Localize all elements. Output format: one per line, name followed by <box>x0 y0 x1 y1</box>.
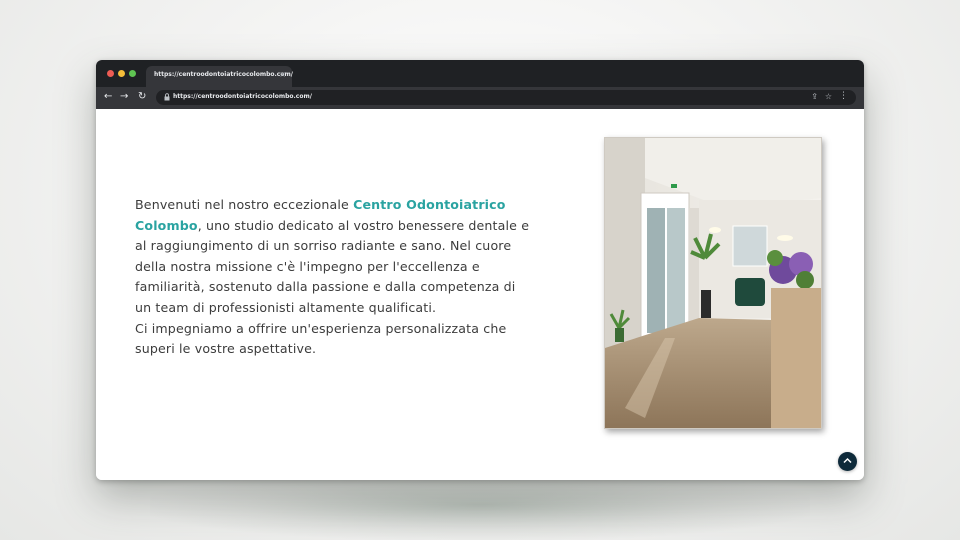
chevron-up-icon <box>843 456 852 466</box>
browser-tab[interactable]: https://centroodontoiatricocolombo.com/ … <box>146 66 293 87</box>
address-bar[interactable]: https://centroodontoiatricocolombo.com/ … <box>156 90 856 105</box>
intro-text-second: Ci impegniamo a offrire un'esperienza pe… <box>135 320 507 357</box>
lock-icon <box>164 93 170 103</box>
maximize-window-dot[interactable] <box>129 70 136 77</box>
kebab-menu-icon[interactable]: ⋮ <box>839 91 848 101</box>
tab-title: https://centroodontoiatricocolombo.com/ <box>154 71 293 78</box>
arrow-left-icon[interactable]: ← <box>104 91 112 103</box>
page-viewport: Benvenuti nel nostro eccezionale Centro … <box>96 109 864 480</box>
title-bar: https://centroodontoiatricocolombo.com/ … <box>96 60 864 87</box>
browser-toolbar: ← → ↻ https://centroodontoiatricocolombo… <box>96 87 864 109</box>
minimize-window-dot[interactable] <box>118 70 125 77</box>
intro-text-start: Benvenuti nel nostro eccezionale <box>135 197 354 212</box>
tab-close-icon[interactable]: × <box>279 70 286 79</box>
clinic-interior-photo <box>604 137 822 429</box>
reload-icon[interactable]: ↻ <box>138 91 146 103</box>
share-icon[interactable]: ⇪ <box>811 92 818 101</box>
close-window-dot[interactable] <box>107 70 114 77</box>
backdrop-shadow <box>150 470 810 540</box>
star-icon[interactable]: ☆ <box>825 92 832 101</box>
intro-paragraph: Benvenuti nel nostro eccezionale Centro … <box>135 195 535 360</box>
browser-window: https://centroodontoiatricocolombo.com/ … <box>96 60 864 480</box>
scroll-to-top-button[interactable] <box>838 452 857 471</box>
url-text: https://centroodontoiatricocolombo.com/ <box>173 93 312 100</box>
arrow-right-icon[interactable]: → <box>120 91 128 103</box>
